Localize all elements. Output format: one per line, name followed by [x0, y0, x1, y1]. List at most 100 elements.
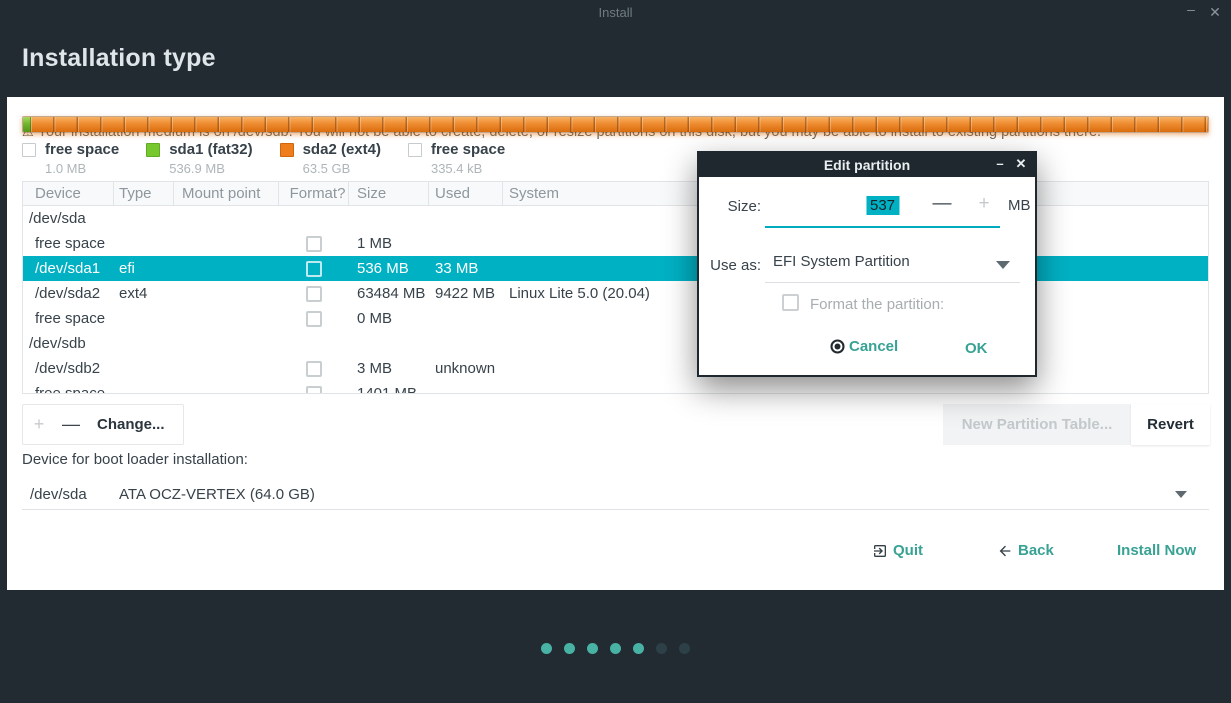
legend-swatch-icon [146, 143, 160, 157]
revert-button[interactable]: Revert [1131, 404, 1210, 445]
add-partition-button[interactable]: + [23, 414, 55, 435]
legend-label: sda1 (fat32) [169, 141, 252, 158]
back-arrow-icon [997, 543, 1013, 559]
size-decrement-button[interactable]: — [932, 193, 952, 215]
legend-swatch-icon [408, 143, 422, 157]
legend-size: 536.9 MB [169, 161, 252, 176]
column-header-format[interactable]: Format? [279, 182, 349, 205]
main-panel: ⚠Your installation medium is on /dev/sdb… [7, 97, 1224, 590]
progress-dot [656, 643, 667, 654]
change-partition-button[interactable]: Change... [87, 416, 183, 433]
legend-size: 1.0 MB [45, 161, 119, 176]
size-value[interactable]: 537 [866, 196, 899, 215]
legend-label: free space [431, 141, 505, 158]
format-checkbox[interactable] [306, 311, 322, 327]
cell-device: free space [23, 235, 114, 252]
new-partition-table-button[interactable]: New Partition Table... [943, 404, 1131, 445]
dialog-minimize-icon[interactable]: – [991, 153, 1009, 175]
legend-item: free space 335.4 kB [408, 141, 505, 176]
page-title: Installation type [22, 44, 216, 73]
format-cell [279, 311, 349, 327]
format-cell [279, 386, 349, 395]
legend-swatch-icon [280, 143, 294, 157]
progress-dot [541, 643, 552, 654]
cell-used: 9422 MB [429, 285, 503, 302]
install-now-button[interactable]: Install Now [1117, 542, 1196, 559]
cell-size: 3 MB [349, 360, 429, 377]
partition-toolbar: + — Change... [22, 404, 184, 445]
column-header-device[interactable]: Device [23, 182, 114, 205]
format-cell [279, 236, 349, 252]
column-header-size[interactable]: Size [349, 182, 429, 205]
legend-size: 63.5 GB [303, 161, 381, 176]
partition-overview-bar [22, 116, 1209, 133]
dropdown-arrow-icon [996, 261, 1010, 269]
use-as-select[interactable]: EFI System Partition [765, 243, 1020, 283]
column-header-used[interactable]: Used [429, 182, 503, 205]
window-title: Install [0, 5, 1231, 20]
partition-bar-segment-sda2 [31, 117, 1208, 132]
size-label: Size: [699, 198, 761, 215]
legend-size: 335.4 kB [431, 161, 505, 176]
progress-dot [679, 643, 690, 654]
legend-label: free space [45, 141, 119, 158]
size-input[interactable]: 537 — + [765, 183, 1000, 228]
cell-device: /dev/sdb [23, 335, 114, 352]
cell-device: /dev/sdb2 [23, 360, 114, 377]
progress-dot [564, 643, 575, 654]
cancel-icon [830, 339, 845, 354]
legend-item: sda1 (fat32) 536.9 MB [146, 141, 252, 176]
progress-dot [633, 643, 644, 654]
cell-size: 1401 MB [349, 385, 429, 394]
format-checkbox[interactable] [306, 236, 322, 252]
bootloader-label: Device for boot loader installation: [22, 451, 248, 468]
bootloader-device-description: ATA OCZ-VERTEX (64.0 GB) [119, 486, 315, 503]
format-partition-label: Format the partition: [810, 296, 944, 313]
cell-size: 0 MB [349, 310, 429, 327]
dropdown-arrow-icon [1175, 491, 1187, 498]
cell-device: free space [23, 310, 114, 327]
ok-button[interactable]: OK [965, 340, 988, 357]
column-header-type[interactable]: Type [114, 182, 174, 205]
bootloader-device: /dev/sda [30, 486, 87, 503]
quit-icon [872, 543, 888, 559]
back-button[interactable]: Back [997, 542, 1054, 559]
edit-partition-dialog: Edit partition – ✕ Size: 537 — + MB Use … [697, 151, 1037, 377]
partition-row[interactable]: free space 1401 MB [23, 381, 1208, 394]
dialog-title: Edit partition [699, 153, 1035, 177]
quit-button[interactable]: Quit [872, 542, 923, 559]
dialog-titlebar: Edit partition – ✕ [699, 153, 1035, 177]
window-titlebar: Install – ✕ [0, 0, 1231, 26]
bootloader-device-select[interactable]: /dev/sda ATA OCZ-VERTEX (64.0 GB) [22, 477, 1209, 510]
cell-size: 1 MB [349, 235, 429, 252]
column-header-mount-point[interactable]: Mount point [174, 182, 279, 205]
format-cell [279, 286, 349, 302]
minimize-icon[interactable]: – [1181, 1, 1201, 17]
dialog-body: Size: 537 — + MB Use as: EFI System Part… [699, 177, 1035, 375]
remove-partition-button[interactable]: — [55, 414, 87, 435]
format-checkbox[interactable] [306, 361, 322, 377]
format-checkbox[interactable] [306, 286, 322, 302]
size-increment-button[interactable]: + [974, 193, 994, 215]
cell-device: /dev/sda1 [23, 260, 114, 277]
partition-legend: free space 1.0 MB sda1 (fat32) 536.9 MB sda2… [22, 141, 505, 176]
format-checkbox[interactable] [306, 386, 322, 395]
cell-used: unknown [429, 360, 503, 377]
cell-device: /dev/sda2 [23, 285, 114, 302]
legend-label: sda2 (ext4) [303, 141, 381, 158]
dialog-close-icon[interactable]: ✕ [1012, 153, 1030, 175]
partition-bar-segment-sda1 [23, 117, 31, 132]
legend-item: free space 1.0 MB [22, 141, 119, 176]
format-partition-checkbox[interactable] [782, 294, 799, 311]
wizard-progress-dots [0, 643, 1231, 654]
cell-device: /dev/sda [23, 210, 114, 227]
close-icon[interactable]: ✕ [1205, 4, 1225, 21]
use-as-label: Use as: [699, 257, 761, 274]
cancel-button[interactable]: Cancel [830, 338, 898, 355]
format-checkbox[interactable] [306, 261, 322, 277]
cell-device: free space [23, 385, 114, 394]
cell-type: ext4 [114, 285, 174, 302]
cell-used: 33 MB [429, 260, 503, 277]
progress-dot [610, 643, 621, 654]
size-unit-label: MB [1008, 197, 1031, 214]
